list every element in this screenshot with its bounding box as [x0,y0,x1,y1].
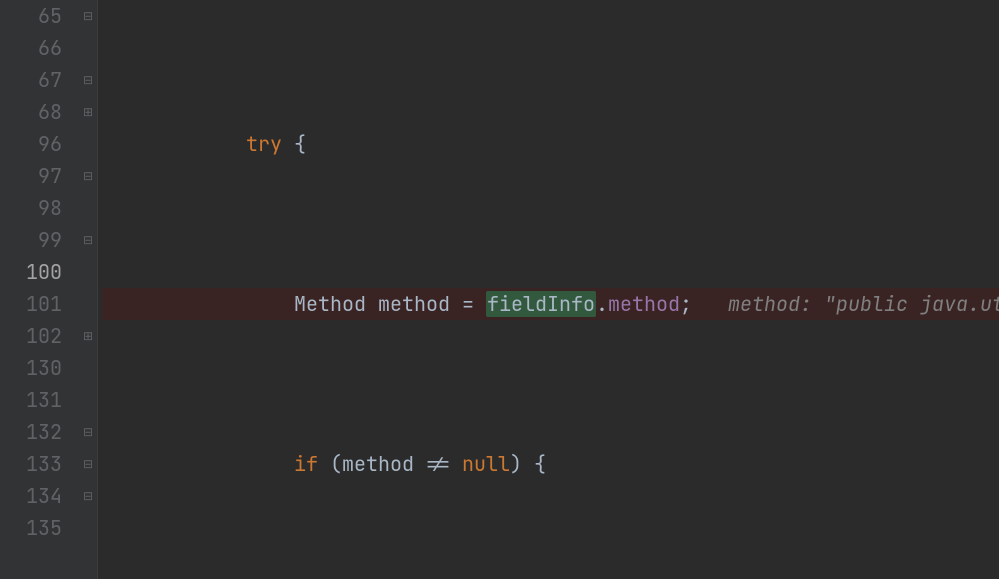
operator-neq: != [414,451,462,477]
fold-toggle-icon[interactable]: ⊟ [82,170,94,182]
keyword-try: try [246,131,282,157]
brace-open [282,131,294,157]
fold-expand-icon[interactable]: ⊞ [82,106,94,118]
fold-toggle-icon[interactable]: ⊟ [82,234,94,246]
var-name: method [378,291,450,317]
paren-open: ( [330,451,342,477]
keyword-if: if [294,451,318,477]
line-number[interactable]: 98 [0,192,62,224]
line-number[interactable]: 133 [0,448,62,480]
line-number[interactable]: 67 [0,64,62,96]
fold-toggle-icon[interactable]: ⊟ [82,458,94,470]
identifier-fieldinfo: fieldInfo [486,291,596,317]
line-number[interactable]: 102 [0,320,62,352]
field-method: method [608,291,680,317]
inline-debug-value: "public java.uti [824,291,999,317]
inline-debug-hint [692,291,728,317]
fold-gutter[interactable]: ⊟ ⊟ ⊞ ⊟ ⊟ ⊞ ⊟ ⊟ ⊟ [80,0,98,579]
code-line[interactable]: try { [102,128,999,160]
identifier: method [342,451,414,477]
line-number[interactable]: 99 [0,224,62,256]
line-number[interactable]: 66 [0,32,62,64]
code-editor[interactable]: 65 66 67 68 96 97 98 99 100 101 102 130 … [0,0,999,579]
code-line-breakpoint[interactable]: Method method = fieldInfo.method; method… [102,288,999,320]
line-number-gutter[interactable]: 65 66 67 68 96 97 98 99 100 101 102 130 … [0,0,80,579]
paren-close: ) [510,451,522,477]
line-number[interactable]: 97 [0,160,62,192]
line-number[interactable]: 134 [0,480,62,512]
line-number[interactable]: 131 [0,384,62,416]
line-number[interactable]: 101 [0,288,62,320]
semicolon: ; [680,291,692,317]
line-number[interactable]: 65 [0,0,62,32]
line-number[interactable]: 96 [0,128,62,160]
code-area[interactable]: try { Method method = fieldInfo.method; … [98,0,999,579]
fold-expand-icon[interactable]: ⊞ [82,330,94,342]
type-name: Method [294,291,366,317]
fold-toggle-icon[interactable]: ⊟ [82,74,94,86]
brace-open: { [294,131,306,157]
line-number[interactable]: 130 [0,352,62,384]
line-number-current[interactable]: 100 [0,256,62,288]
fold-toggle-icon[interactable]: ⊟ [82,10,94,22]
line-number[interactable]: 68 [0,96,62,128]
code-line[interactable]: if (method != null) { [102,448,999,480]
line-number[interactable]: 135 [0,512,62,544]
fold-toggle-icon[interactable]: ⊟ [82,426,94,438]
keyword-null: null [462,451,510,477]
brace-open: { [534,451,546,477]
dot: . [596,291,608,317]
line-number[interactable]: 132 [0,416,62,448]
fold-toggle-icon[interactable]: ⊟ [82,490,94,502]
operator-assign: = [450,291,486,317]
inline-debug-label: method: [728,291,824,317]
